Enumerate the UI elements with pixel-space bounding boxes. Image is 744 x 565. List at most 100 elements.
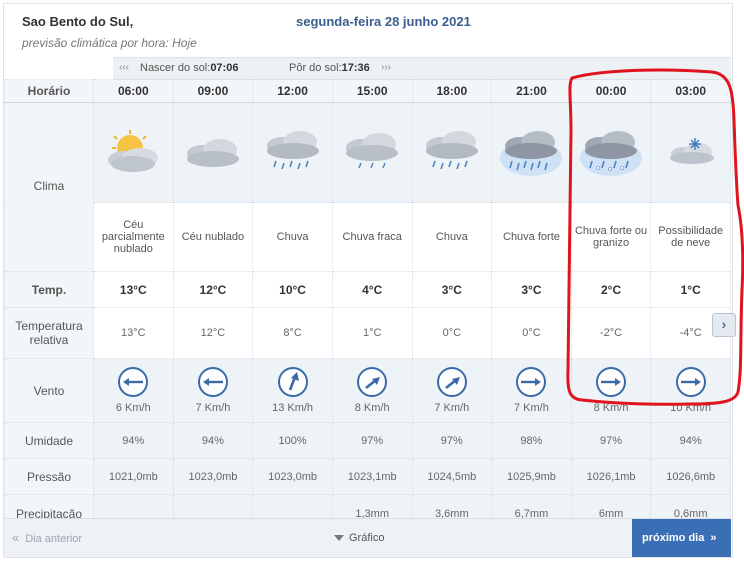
climate-icon-cell	[331, 101, 413, 204]
pressure-value: 1026,1mb	[570, 458, 652, 495]
pressure-value: 1023,1mb	[331, 458, 413, 495]
scroll-left-arrows-icon[interactable]: ‹‹‹	[119, 62, 129, 73]
wind-speed: 6 Km/h	[115, 402, 151, 414]
wind-cell: 6 Km/h	[93, 358, 174, 423]
sunset-label: Pôr do sol:	[289, 62, 342, 74]
wind-direction-east-icon	[675, 367, 706, 397]
graph-label: Gráfico	[349, 532, 385, 544]
time-row: Horário 06:00 09:00 12:00 15:00 18:00 21…	[4, 79, 731, 103]
wind-cell: 7 Km/h	[172, 358, 254, 423]
climate-description: Chuva fraca	[331, 202, 413, 272]
climate-icon-cell	[650, 101, 731, 204]
rain-icon	[425, 130, 478, 169]
row-label-time: Horário	[4, 79, 94, 103]
triangle-down-icon	[334, 535, 344, 542]
sun-times-bar: ‹‹‹ Nascer do sol:07:06 Pôr do sol:17:36…	[113, 57, 731, 80]
row-label-pressure: Pressão	[4, 458, 94, 495]
climate-icon-cell	[570, 101, 652, 204]
time-cell: 12:00	[252, 79, 333, 103]
light-rain-icon	[346, 132, 399, 168]
wind-direction-west-icon	[197, 367, 228, 397]
humidity-value: 98%	[491, 422, 572, 459]
wind-direction-east-icon	[596, 367, 627, 397]
next-day-button[interactable]: próximo dia »	[632, 519, 731, 557]
scroll-right-arrows-icon[interactable]: ›››	[381, 62, 391, 73]
sunrise-time: 07:06	[210, 62, 239, 74]
row-label-relative: Temperatura relativa	[4, 307, 94, 359]
relative-temperature-value: 0°C	[411, 307, 493, 359]
pressure-value: 1026,6mb	[650, 458, 731, 495]
double-chevron-left-icon: «	[12, 530, 20, 545]
wind-speed: 7 Km/h	[514, 402, 549, 414]
climate-icon-cell	[411, 101, 493, 204]
wind-cell: 10 Km/h	[650, 358, 731, 423]
time-cell: 06:00	[93, 79, 174, 103]
forecast-date: segunda-feira 28 junho 2021	[296, 14, 471, 29]
time-cell: 21:00	[491, 79, 572, 103]
scroll-right-button[interactable]: ›	[712, 313, 736, 337]
wind-direction-west-icon	[118, 367, 149, 397]
time-cell: 03:00	[650, 79, 731, 103]
partly-cloudy-sun-icon	[108, 129, 159, 172]
temperature-value: 12°C	[172, 271, 254, 308]
wind-cell: 13 Km/h	[252, 358, 333, 423]
wind-direction-northeast-icon	[436, 367, 467, 397]
row-label-humidity: Umidade	[4, 422, 94, 459]
wind-speed: 13 Km/h	[272, 402, 314, 414]
climate-icon-cell	[93, 101, 174, 204]
time-cell: 15:00	[331, 79, 413, 103]
humidity-value: 94%	[93, 422, 174, 459]
pressure-value: 1023,0mb	[172, 458, 254, 495]
wind-speed: 7 Km/h	[434, 402, 470, 414]
previous-day-label: Dia anterior	[25, 533, 83, 545]
heavy-rain-hail-icon	[580, 130, 643, 176]
wind-direction-east-icon	[516, 367, 547, 397]
climate-icon-cell	[491, 101, 572, 204]
wind-direction-northeast-icon	[357, 367, 388, 397]
climate-icon-cell	[172, 101, 254, 204]
humidity-value: 94%	[650, 422, 731, 459]
wind-cell: 8 Km/h	[570, 358, 652, 423]
heavy-rain-icon	[500, 130, 563, 176]
climate-description: Chuva	[411, 202, 493, 272]
humidity-value: 100%	[252, 422, 333, 459]
wind-cell: 7 Km/h	[411, 358, 493, 423]
temperature-row: Temp. 13°C 12°C 10°C 4°C 3°C 3°C 2°C 1°C	[4, 271, 731, 308]
previous-day-button[interactable]: « Dia anterior	[8, 519, 104, 557]
climate-description: Chuva	[252, 202, 333, 272]
wind-direction-north-northeast-icon	[277, 367, 308, 397]
climate-description: Céu parcialmente nublado	[93, 202, 174, 272]
relative-temperature-value: 8°C	[252, 307, 333, 359]
rain-icon	[266, 130, 319, 169]
row-label-climate: Clima	[4, 102, 94, 272]
relative-temperature-value: -2°C	[570, 307, 652, 359]
next-day-label: próximo dia	[642, 532, 705, 544]
temperature-value: 3°C	[491, 271, 572, 308]
snow-icon	[669, 137, 714, 164]
wind-cell: 8 Km/h	[331, 358, 413, 423]
humidity-value: 94%	[172, 422, 254, 459]
double-chevron-right-icon: »	[710, 532, 717, 544]
cloudy-icon	[186, 138, 239, 167]
temperature-value: 3°C	[411, 271, 493, 308]
climate-description: Chuva forte	[491, 202, 572, 272]
graph-toggle[interactable]: Gráfico	[334, 519, 384, 557]
climate-description: Céu nublado	[172, 202, 254, 272]
wind-speed: 7 Km/h	[195, 402, 231, 414]
pressure-value: 1021,0mb	[93, 458, 174, 495]
row-label-temp: Temp.	[4, 271, 94, 308]
sunset-time: 17:36	[341, 62, 370, 74]
temperature-value: 1°C	[650, 271, 731, 308]
temperature-value: 13°C	[93, 271, 174, 308]
relative-temperature-value: 13°C	[93, 307, 174, 359]
relative-temperature-value: 1°C	[331, 307, 413, 359]
climate-description: Chuva forte ou granizo	[570, 202, 652, 272]
temperature-value: 4°C	[331, 271, 413, 308]
hourly-forecast-table: Horário 06:00 09:00 12:00 15:00 18:00 21…	[4, 79, 731, 534]
time-cell: 18:00	[411, 79, 493, 103]
humidity-value: 97%	[411, 422, 493, 459]
day-navigation-bar: « Dia anterior Gráfico próximo dia »	[4, 518, 731, 557]
relative-temperature-row: Temperatura relativa 13°C 12°C 8°C 1°C 0…	[4, 307, 731, 359]
sunrise-label: Nascer do sol:	[140, 62, 211, 74]
climate-description-row: Céu parcialmente nublado Céu nublado Chu…	[5, 202, 731, 272]
